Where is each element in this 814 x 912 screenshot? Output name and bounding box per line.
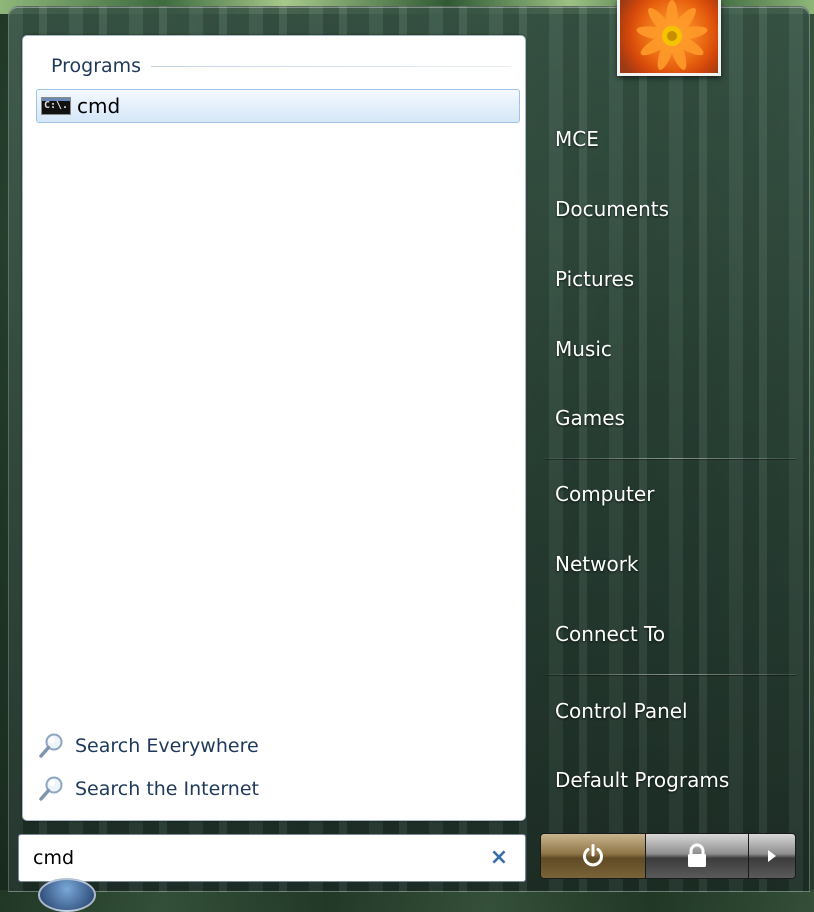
search-box[interactable]: × bbox=[18, 834, 526, 882]
result-label: cmd bbox=[77, 94, 121, 118]
right-item-default-programs[interactable]: Default Programs bbox=[555, 768, 729, 792]
right-item-mce[interactable]: MCE bbox=[555, 127, 599, 151]
search-everywhere-link[interactable]: Search Everywhere bbox=[37, 731, 259, 761]
right-item-documents[interactable]: Documents bbox=[555, 197, 669, 221]
search-icon bbox=[37, 774, 67, 804]
search-internet-link[interactable]: Search the Internet bbox=[37, 774, 259, 804]
right-separator bbox=[545, 458, 797, 459]
left-pane: Programs C:\. cmd Search Everywhere Sear… bbox=[22, 35, 526, 821]
right-item-network[interactable]: Network bbox=[555, 552, 639, 576]
lock-button[interactable] bbox=[646, 834, 749, 878]
more-options-button[interactable] bbox=[749, 834, 795, 878]
search-icon bbox=[37, 731, 67, 761]
lock-icon bbox=[688, 843, 706, 867]
command-prompt-icon: C:\. bbox=[41, 97, 71, 115]
result-item-cmd[interactable]: C:\. cmd bbox=[36, 89, 520, 123]
right-item-games[interactable]: Games bbox=[555, 406, 625, 430]
right-separator bbox=[545, 674, 797, 675]
power-icon bbox=[583, 844, 603, 867]
clear-search-icon[interactable]: × bbox=[487, 846, 511, 870]
flower-image bbox=[636, 0, 708, 70]
search-everywhere-label: Search Everywhere bbox=[75, 735, 259, 757]
search-input[interactable] bbox=[19, 846, 475, 870]
right-item-computer[interactable]: Computer bbox=[555, 482, 654, 506]
arrow-right-icon bbox=[768, 850, 776, 862]
power-bar bbox=[540, 833, 796, 879]
programs-header: Programs bbox=[51, 51, 511, 81]
user-picture[interactable] bbox=[617, 0, 721, 76]
start-orb[interactable] bbox=[38, 878, 96, 912]
search-internet-label: Search the Internet bbox=[75, 778, 259, 800]
power-button[interactable] bbox=[541, 834, 646, 878]
right-item-control-panel[interactable]: Control Panel bbox=[555, 699, 688, 723]
section-title: Programs bbox=[51, 55, 142, 77]
right-item-music[interactable]: Music bbox=[555, 337, 612, 361]
section-divider bbox=[151, 65, 511, 67]
right-item-connect-to[interactable]: Connect To bbox=[555, 622, 665, 646]
right-item-pictures[interactable]: Pictures bbox=[555, 267, 634, 291]
